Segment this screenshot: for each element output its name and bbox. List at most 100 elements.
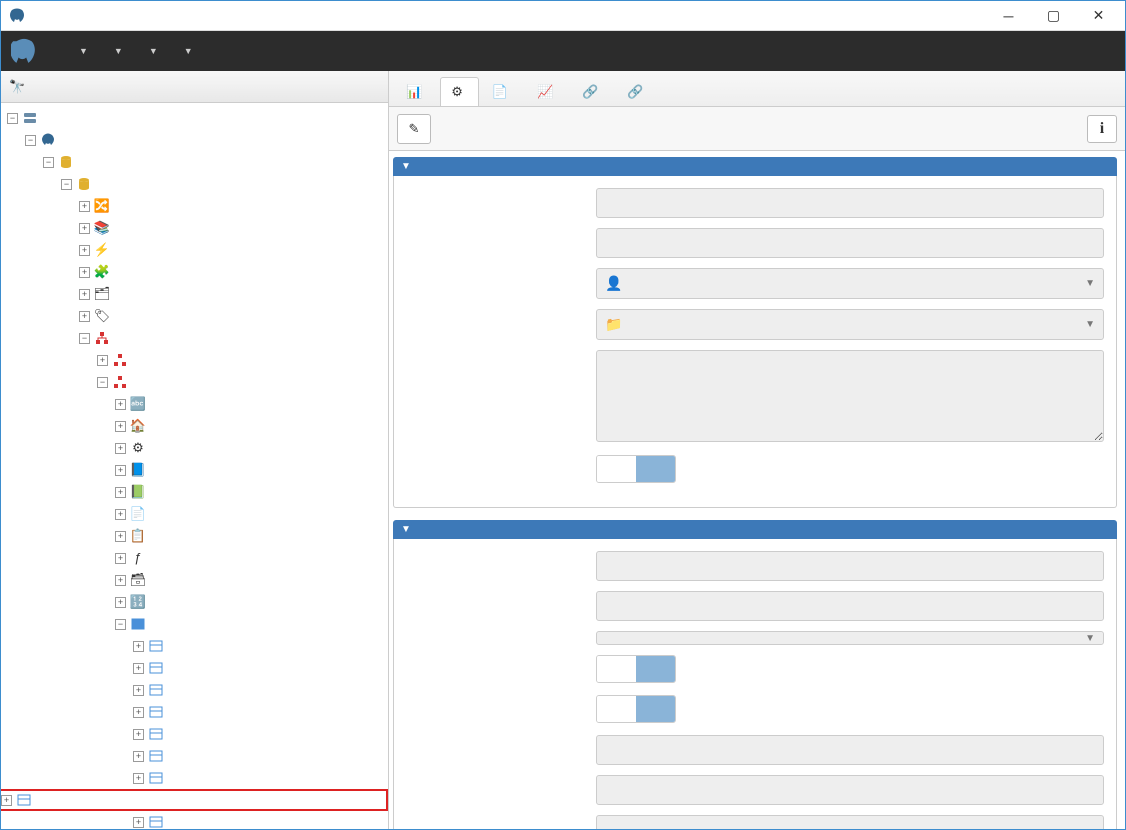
- tree-server[interactable]: −: [1, 129, 388, 151]
- tree-table-actor[interactable]: +: [1, 635, 388, 657]
- tree-table-film[interactable]: +: [1, 789, 388, 811]
- field-comment[interactable]: [596, 350, 1104, 442]
- tree-domains[interactable]: +🏠: [1, 415, 388, 437]
- tree-extensions[interactable]: +🧩: [1, 261, 388, 283]
- label-comment: [406, 350, 596, 356]
- toggle-system-table[interactable]: [596, 455, 676, 483]
- table-icon: [148, 638, 164, 654]
- tree-event-triggers[interactable]: +⚡: [1, 239, 388, 261]
- label-rows-est: [406, 775, 596, 781]
- tree-table-capitals[interactable]: +: [1, 679, 388, 701]
- label-inh-from: [406, 551, 596, 557]
- server-group-icon: [22, 110, 38, 126]
- tree-functions[interactable]: +ƒ: [1, 547, 388, 569]
- tree-fts-templates[interactable]: +📄: [1, 503, 388, 525]
- chevron-down-icon: ▼: [1085, 633, 1095, 644]
- stats-icon: 📈: [537, 84, 553, 100]
- menu-help[interactable]: ▼: [180, 46, 193, 56]
- folder-icon: 📁: [605, 316, 622, 333]
- menu-object[interactable]: ▼: [110, 46, 123, 56]
- tree-catalogs[interactable]: +📚: [1, 217, 388, 239]
- foreign-table-icon: 📋: [130, 528, 146, 544]
- tree-fts-parsers[interactable]: +📗: [1, 481, 388, 503]
- field-primary-key[interactable]: [596, 735, 1104, 765]
- tree-sequences[interactable]: +🔢: [1, 591, 388, 613]
- toggle-unlogged[interactable]: [596, 695, 676, 723]
- menu-file[interactable]: ▼: [75, 46, 88, 56]
- chevron-down-icon: ▼: [1085, 319, 1095, 330]
- tree-table-country[interactable]: +: [1, 767, 388, 789]
- field-inh-from[interactable]: [596, 551, 1104, 581]
- deps-icon: 🔗: [582, 84, 598, 100]
- tree-table-film-actor[interactable]: +: [1, 811, 388, 829]
- tree-tables[interactable]: −: [1, 613, 388, 635]
- tree-languages[interactable]: +🏷: [1, 305, 388, 327]
- tree-table-category[interactable]: +: [1, 701, 388, 723]
- field-oid[interactable]: [596, 228, 1104, 258]
- label-owner: [406, 268, 596, 274]
- select-owner[interactable]: 👤▼: [596, 268, 1104, 299]
- fts-dict-icon: 📘: [130, 462, 146, 478]
- tree-db-postgres[interactable]: −: [1, 173, 388, 195]
- section-general: 👤▼ 📁▼: [393, 176, 1117, 508]
- tab-dashboard[interactable]: 📊: [395, 77, 438, 106]
- fdw-icon: 🗂: [94, 286, 110, 302]
- tab-dependents[interactable]: 🔗: [616, 77, 659, 106]
- tree-servers[interactable]: −: [1, 107, 388, 129]
- field-inh-count[interactable]: [596, 591, 1104, 621]
- tab-statistics[interactable]: 📈: [526, 77, 569, 106]
- select-tablespace[interactable]: 📁▼: [596, 309, 1104, 340]
- chevron-down-icon: ▼: [401, 524, 411, 535]
- window-titlebar: ─ ▢ ✕: [1, 1, 1125, 31]
- tree-fts-dictionaries[interactable]: +📘: [1, 459, 388, 481]
- label-rows-cnt: [406, 815, 596, 821]
- toggle-has-oids[interactable]: [596, 655, 676, 683]
- tab-dependencies[interactable]: 🔗: [571, 77, 614, 106]
- user-icon: 👤: [605, 275, 622, 292]
- maximize-button[interactable]: ▢: [1031, 2, 1076, 30]
- schema-icon: [112, 374, 128, 390]
- function-icon: ƒ: [130, 550, 146, 566]
- edit-button[interactable]: ✎: [397, 114, 431, 144]
- tree-collations[interactable]: +🔤: [1, 393, 388, 415]
- tree-schema-public[interactable]: −: [1, 371, 388, 393]
- tree-fts-configurations[interactable]: +⚙: [1, 437, 388, 459]
- schema-icon: [112, 352, 128, 368]
- deps-icon: 🔗: [627, 84, 643, 100]
- tab-sql[interactable]: 📄: [481, 77, 524, 106]
- label-of-type: [406, 631, 596, 637]
- section-general-header[interactable]: ▼: [393, 157, 1117, 176]
- label-unlogged: [406, 695, 596, 701]
- catalogs-icon: 📚: [94, 220, 110, 236]
- tree-materialized-views[interactable]: +🗃: [1, 569, 388, 591]
- menu-tools[interactable]: ▼: [145, 46, 158, 56]
- minimize-button[interactable]: ─: [986, 2, 1031, 30]
- tree-schema-olol[interactable]: +: [1, 349, 388, 371]
- tree-table-address[interactable]: +: [1, 657, 388, 679]
- chevron-down-icon: ▼: [401, 161, 411, 172]
- tree-table-cities[interactable]: +: [1, 723, 388, 745]
- menubar: ▼ ▼ ▼ ▼: [1, 31, 1125, 71]
- table-icon: [148, 682, 164, 698]
- table-icon: [148, 660, 164, 676]
- field-rows-cnt[interactable]: [596, 815, 1104, 829]
- object-tree[interactable]: − − − − +🔀 +📚 +⚡ +🧩 +🗂 +🏷 − + − +🔤 +🏠 +⚙…: [1, 103, 388, 829]
- tree-table-city[interactable]: +: [1, 745, 388, 767]
- tree-foreign-tables[interactable]: +📋: [1, 525, 388, 547]
- section-advanced-header[interactable]: ▼: [393, 520, 1117, 539]
- tree-fdw[interactable]: +🗂: [1, 283, 388, 305]
- tree-databases[interactable]: −: [1, 151, 388, 173]
- select-of-type[interactable]: ▼: [596, 631, 1104, 645]
- tab-properties[interactable]: ⚙: [440, 77, 479, 106]
- info-button[interactable]: i: [1087, 115, 1117, 143]
- domain-icon: 🏠: [130, 418, 146, 434]
- tree-casts[interactable]: +🔀: [1, 195, 388, 217]
- tree-schemas[interactable]: −: [1, 327, 388, 349]
- fts-template-icon: 📄: [130, 506, 146, 522]
- casts-icon: 🔀: [94, 198, 110, 214]
- properties-toolbar: ✎ i: [389, 107, 1125, 151]
- close-button[interactable]: ✕: [1076, 2, 1121, 30]
- elephant-icon: [11, 38, 37, 64]
- field-rows-est[interactable]: [596, 775, 1104, 805]
- field-name[interactable]: [596, 188, 1104, 218]
